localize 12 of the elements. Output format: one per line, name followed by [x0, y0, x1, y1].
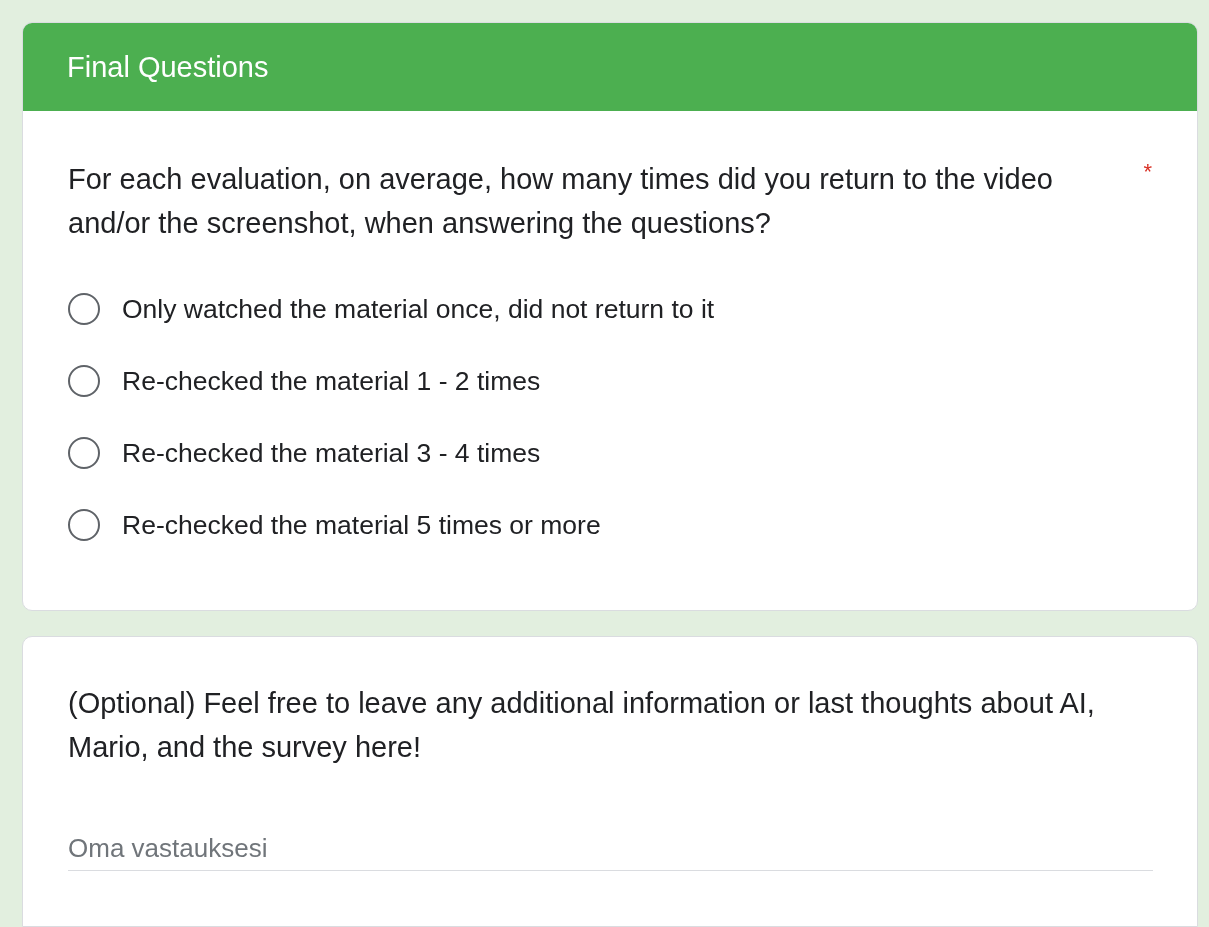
required-mark: *	[1143, 158, 1152, 186]
radio-button[interactable]	[68, 293, 100, 325]
section-title: Final Questions	[67, 50, 269, 84]
question-text: For each evaluation, on average, how many times did you return to the video and/or the screenshot, when answering the questions?	[68, 162, 1054, 241]
radio-option[interactable]: Re-checked the material 3 - 4 times	[68, 437, 1153, 469]
question-text: (Optional) Feel free to leave any additional information or last thoughts about AI, Mario, and the survey here!	[68, 686, 1096, 765]
radio-option[interactable]: Re-checked the material 1 - 2 times	[68, 365, 1153, 397]
radio-button[interactable]	[68, 509, 100, 541]
radio-option[interactable]: Only watched the material once, did not return to it	[68, 293, 1153, 325]
radio-option[interactable]: Re-checked the material 5 times or more	[68, 509, 1153, 541]
radio-button[interactable]	[68, 437, 100, 469]
radio-button[interactable]	[68, 365, 100, 397]
